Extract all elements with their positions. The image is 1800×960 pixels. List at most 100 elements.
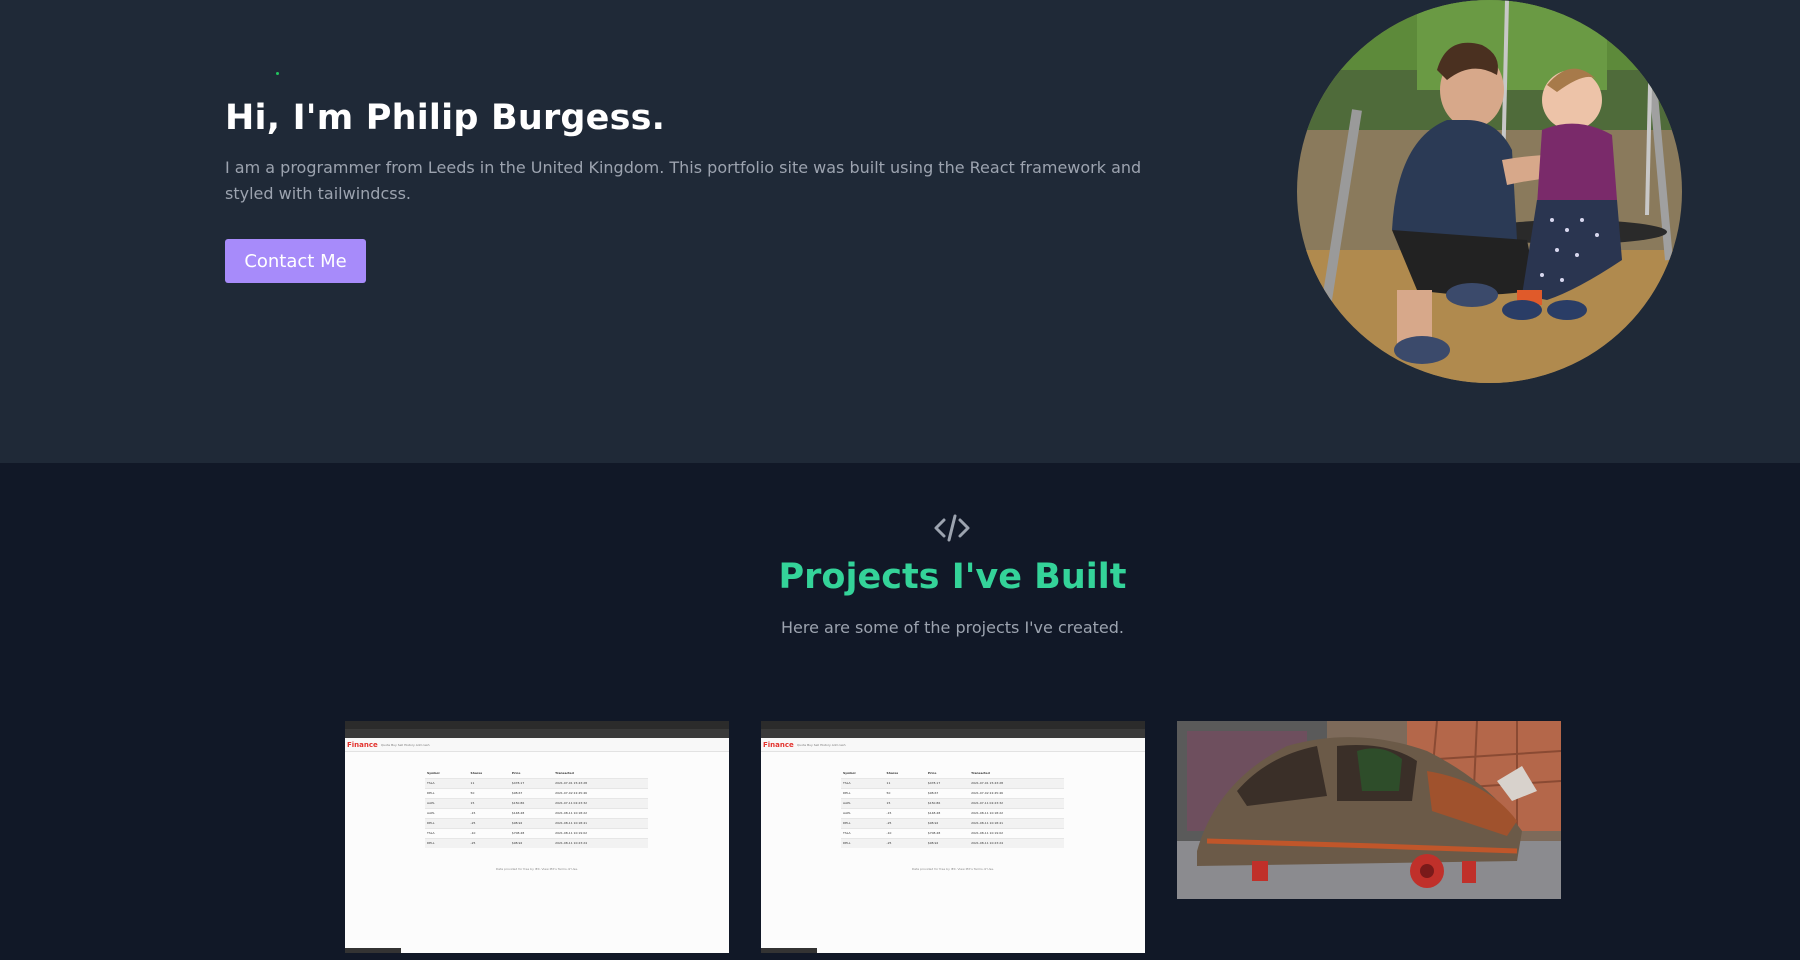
table-header: Transacted — [971, 771, 990, 776]
table-cell: 2021-07-01 15:43:28 — [969, 777, 1064, 788]
table-cell: $98.92 — [925, 837, 970, 848]
finance-table: Symbol Shares Price Transacted TSLA 11 $47… — [841, 769, 1064, 848]
table-row: DELL -25 $98.92 2021-08-11 10:18:41 — [841, 817, 1064, 828]
status-bar — [761, 948, 817, 953]
table-cell: DELL — [841, 817, 885, 828]
table-cell: AAPL — [425, 807, 469, 818]
table-cell: -25 — [884, 837, 926, 848]
hero-section: Hi, I'm Philip Burgess. I am a programme… — [0, 0, 1800, 463]
table-cell: DELL — [425, 817, 469, 828]
project-card-finance-1[interactable]: Finance Quote Buy Sell History Add cash … — [345, 721, 729, 953]
table-row: AAPL -15 $148.48 2021-08-11 10:18:22 — [425, 807, 648, 818]
projects-section: Projects I've Built Here are some of the… — [0, 463, 1800, 960]
table-cell: 2021-08-11 10:19:02 — [553, 827, 648, 838]
table-cell: AAPL — [841, 807, 885, 818]
table-cell: DELL — [841, 787, 885, 798]
table-header: Shares — [470, 771, 483, 776]
finance-logo: Finance — [347, 741, 378, 749]
table-cell: TSLA — [425, 777, 469, 788]
table-cell: -25 — [884, 817, 926, 828]
table-cell: 2021-08-11 10:23:24 — [553, 837, 648, 848]
table-row: TSLA -10 $708.48 2021-08-11 10:19:02 — [425, 827, 648, 838]
table-header: Price — [511, 771, 521, 776]
table-cell: -25 — [468, 817, 510, 828]
finance-logo: Finance — [763, 741, 794, 749]
table-cell: $98.67 — [509, 787, 554, 798]
table-row: TSLA -10 $708.48 2021-08-11 10:19:02 — [841, 827, 1064, 838]
rusty-car-photo — [1177, 721, 1561, 899]
table-cell: 15 — [884, 797, 926, 808]
table-row: AAPL 15 $150.86 2021-07-11 02:23:32 — [841, 797, 1064, 808]
finance-footer: Data provided for free by IEX. View IEX'… — [911, 867, 994, 871]
table-cell: $98.92 — [509, 817, 554, 828]
table-cell: 50 — [468, 787, 510, 798]
table-cell: $98.67 — [925, 787, 970, 798]
table-header: Symbol — [427, 771, 440, 776]
table-row: DELL 50 $98.67 2021-07-02 22:45:46 — [425, 787, 648, 798]
table-cell: 2021-08-11 10:18:41 — [969, 817, 1064, 828]
table-header: Symbol — [843, 771, 856, 776]
table-cell: $98.92 — [509, 837, 554, 848]
table-cell: 2021-07-01 15:43:28 — [553, 777, 648, 788]
table-cell: 2021-08-11 10:18:22 — [553, 807, 648, 818]
table-cell: $98.92 — [925, 817, 970, 828]
table-cell: $150.86 — [925, 797, 970, 808]
table-cell: -10 — [884, 827, 926, 838]
table-cell: -15 — [468, 807, 510, 818]
hero-description: I am a programmer from Leeds in the Unit… — [225, 158, 1142, 203]
table-row: DELL -25 $98.92 2021-08-11 10:23:24 — [841, 837, 1064, 848]
table-row: DELL -25 $98.92 2021-08-11 10:23:24 — [425, 837, 648, 848]
table-cell: 2021-07-11 02:23:32 — [969, 797, 1064, 808]
table-cell: 15 — [468, 797, 510, 808]
projects-subtitle: Here are some of the projects I've creat… — [781, 618, 1124, 637]
status-bar — [345, 948, 401, 953]
table-row: TSLA 11 $478.17 2021-07-01 15:43:28 — [841, 777, 1064, 788]
finance-nav-links: Quote Buy Sell History Add cash — [381, 743, 430, 747]
table-header: Transacted — [555, 771, 574, 776]
hero-title: Hi, I'm Philip Burgess. — [225, 98, 666, 138]
table-cell: 2021-07-02 22:45:46 — [553, 787, 648, 798]
table-cell: 2021-08-11 10:18:22 — [969, 807, 1064, 818]
browser-titlebar — [761, 721, 1145, 729]
table-header: Shares — [886, 771, 899, 776]
table-row: DELL 50 $98.67 2021-07-02 22:45:46 — [841, 787, 1064, 798]
projects-title: Projects I've Built — [778, 557, 1127, 597]
table-row: AAPL -15 $148.48 2021-08-11 10:18:22 — [841, 807, 1064, 818]
table-row: AAPL 15 $150.86 2021-07-11 02:23:32 — [425, 797, 648, 808]
table-cell: -10 — [468, 827, 510, 838]
table-cell: AAPL — [425, 797, 469, 808]
table-cell: DELL — [841, 837, 885, 848]
finance-nav-links: Quote Buy Sell History Add cash — [797, 743, 846, 747]
table-cell: $148.48 — [925, 807, 970, 818]
table-cell: DELL — [425, 787, 469, 798]
table-cell: $708.48 — [509, 827, 554, 838]
table-cell: -15 — [884, 807, 926, 818]
project-card-finance-2[interactable]: Finance Quote Buy Sell History Add cash … — [761, 721, 1145, 953]
status-dot — [276, 72, 279, 75]
table-cell: DELL — [425, 837, 469, 848]
browser-addressbar — [345, 729, 729, 738]
table-cell: TSLA — [425, 827, 469, 838]
table-row: TSLA 11 $478.17 2021-07-01 15:43:28 — [425, 777, 648, 788]
table-cell: TSLA — [841, 777, 885, 788]
project-card-car[interactable] — [1177, 721, 1561, 899]
finance-navbar: Finance Quote Buy Sell History Add cash — [345, 738, 729, 752]
table-cell: 2021-08-11 10:23:24 — [969, 837, 1064, 848]
table-cell: 11 — [468, 777, 510, 788]
finance-navbar: Finance Quote Buy Sell History Add cash — [761, 738, 1145, 752]
table-cell: $478.17 — [925, 777, 970, 788]
browser-addressbar — [761, 729, 1145, 738]
table-cell: 2021-07-11 02:23:32 — [553, 797, 648, 808]
table-cell: $478.17 — [509, 777, 554, 788]
table-cell: $708.48 — [925, 827, 970, 838]
table-cell: TSLA — [841, 827, 885, 838]
finance-footer: Data provided for free by IEX. View IEX'… — [495, 867, 578, 871]
table-cell: $150.86 — [509, 797, 554, 808]
table-row: DELL -25 $98.92 2021-08-11 10:18:41 — [425, 817, 648, 828]
table-cell: $148.48 — [509, 807, 554, 818]
table-cell: 2021-08-11 10:19:02 — [969, 827, 1064, 838]
table-cell: AAPL — [841, 797, 885, 808]
contact-me-button[interactable]: Contact Me — [225, 239, 366, 283]
table-cell: 2021-07-02 22:45:46 — [969, 787, 1064, 798]
code-icon — [932, 508, 972, 548]
